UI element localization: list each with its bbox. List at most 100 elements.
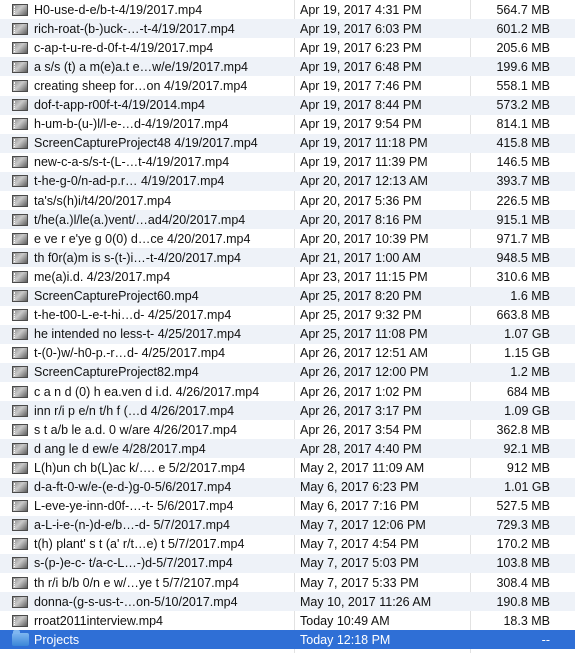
file-size: 146.5 MB xyxy=(496,155,550,170)
file-name: new-c-a-s/s-t-(L-…t-4/19/2017.mp4 xyxy=(34,155,230,170)
file-row[interactable]: e ve r e'ye g 0(0) d…ce 4/20/2017.mp4 Apr… xyxy=(0,229,575,248)
file-name: h-um-b-(u-)l/l-e-…d-4/19/2017.mp4 xyxy=(34,117,229,132)
date-modified: Apr 23, 2017 11:15 PM xyxy=(300,269,428,284)
date-modified: May 7, 2017 5:33 PM xyxy=(300,575,419,590)
file-size: 1.6 MB xyxy=(510,289,550,304)
file-row[interactable]: L-eve-ye-inn-d0f-…-t- 5/6/2017.mp4 May 6,… xyxy=(0,497,575,516)
date-modified: Apr 19, 2017 8:44 PM xyxy=(300,98,422,113)
video-file-icon xyxy=(12,500,28,513)
file-row[interactable]: ScreenCaptureProject60.mp4 Apr 25, 2017 8… xyxy=(0,286,575,306)
file-name: rich-roat-(b-)uck-…-t-4/19/2017.mp4 xyxy=(34,21,235,36)
video-file-icon xyxy=(12,309,28,322)
file-row[interactable]: rroat2011interview.mp4 Today 10:49 AM 18.3… xyxy=(0,611,575,630)
file-name: c-ap-t-u-re-d-0f-t-4/19/2017.mp4 xyxy=(34,40,214,55)
file-size: 1.01 GB xyxy=(504,480,550,495)
video-file-icon xyxy=(12,60,28,73)
video-file-icon xyxy=(12,3,28,16)
file-name: s-(p-)e-c- t/a-c-L…-)d-5/7/2017.mp4 xyxy=(34,556,233,571)
video-file-icon xyxy=(12,175,28,188)
date-modified: May 6, 2017 7:16 PM xyxy=(300,499,419,514)
file-size: -- xyxy=(541,632,550,647)
file-row[interactable]: dof-t-app-r00f-t-4/19/2014.mp4 Apr 19, 20… xyxy=(0,95,575,115)
file-row[interactable]: c-ap-t-u-re-d-0f-t-4/19/2017.mp4 Apr 19, … xyxy=(0,38,575,57)
file-row-selected[interactable]: Projects Today 12:18 PM -- xyxy=(0,630,575,650)
date-modified: Today 10:49 AM xyxy=(300,613,390,628)
file-row[interactable]: inn r/i p e/n t/h f (…d 4/26/2017.mp4 Apr… xyxy=(0,401,575,421)
file-name: L-eve-ye-inn-d0f-…-t- 5/6/2017.mp4 xyxy=(34,499,234,514)
file-size: 663.8 MB xyxy=(496,308,550,323)
date-modified: Apr 20, 2017 5:36 PM xyxy=(300,193,422,208)
file-row[interactable]: th f0r(a)m is s-(t-)i…-t-4/20/2017.mp4 Ap… xyxy=(0,248,575,268)
file-name: c a n d (0) h ea.ven d i.d. 4/26/2017.mp… xyxy=(34,384,260,399)
file-size: 573.2 MB xyxy=(496,98,550,113)
date-modified: May 7, 2017 5:03 PM xyxy=(300,556,419,571)
file-size: 527.5 MB xyxy=(496,499,550,514)
date-modified: Apr 19, 2017 11:39 PM xyxy=(300,155,428,170)
file-name: a s/s (t) a m(e)a.t e…w/e/19/2017.mp4 xyxy=(34,59,248,74)
date-modified: May 6, 2017 6:23 PM xyxy=(300,480,419,495)
file-row[interactable]: new-c-a-s/s-t-(L-…t-4/19/2017.mp4 Apr 19,… xyxy=(0,153,575,172)
file-row[interactable]: d ang le d ew/e 4/28/2017.mp4 Apr 28, 201… xyxy=(0,439,575,459)
date-modified: Today 12:18 PM xyxy=(300,632,391,647)
file-row[interactable]: t/he(a.)l/le(a.)vent/…ad4/20/2017.mp4 Apr… xyxy=(0,210,575,230)
file-row[interactable]: t(h) plant' s t (a' r/t…e) t 5/7/2017.mp… xyxy=(0,535,575,554)
video-file-icon xyxy=(12,270,28,283)
file-size: 915.1 MB xyxy=(496,212,550,227)
file-row[interactable]: t-he-g-0/n-ad-p.r… 4/19/2017.mp4 Apr 20, … xyxy=(0,171,575,191)
file-row[interactable]: rich-roat-(b-)uck-…-t-4/19/2017.mp4 Apr 1… xyxy=(0,19,575,39)
file-size: 729.3 MB xyxy=(496,518,550,533)
file-row[interactable]: ta's/s(h)i/t4/20/2017.mp4 Apr 20, 2017 5:… xyxy=(0,191,575,210)
video-file-icon xyxy=(12,614,28,627)
file-row[interactable]: me(a)i.d. 4/23/2017.mp4 Apr 23, 2017 11:1… xyxy=(0,267,575,286)
file-name: donna-(g-s-us-t-…on-5/10/2017.mp4 xyxy=(34,594,238,609)
file-size: 199.6 MB xyxy=(496,59,550,74)
video-file-icon xyxy=(12,481,28,494)
date-modified: Apr 19, 2017 11:18 PM xyxy=(300,136,428,151)
file-name: rroat2011interview.mp4 xyxy=(34,613,164,628)
file-row[interactable]: t-he-t00-L-e-t-hi…d- 4/25/2017.mp4 Apr 25… xyxy=(0,306,575,325)
video-file-icon xyxy=(12,576,28,589)
file-row[interactable]: H0-use-d-e/b-t-4/19/2017.mp4 Apr 19, 2017… xyxy=(0,0,575,19)
file-row[interactable]: ScreenCaptureProject82.mp4 Apr 26, 2017 1… xyxy=(0,362,575,382)
file-row[interactable]: s t a/b le a.d. 0 w/are 4/26/2017.mp4 Apr… xyxy=(0,420,575,439)
file-name: ta's/s(h)i/t4/20/2017.mp4 xyxy=(34,193,172,208)
file-row[interactable]: he intended no less-t- 4/25/2017.mp4 Apr … xyxy=(0,324,575,344)
date-modified: Apr 20, 2017 8:16 PM xyxy=(300,212,422,227)
file-row[interactable]: s-(p-)e-c- t/a-c-L…-)d-5/7/2017.mp4 May 7… xyxy=(0,553,575,573)
file-row[interactable]: creating sheep for…on 4/19/2017.mp4 Apr 1… xyxy=(0,76,575,95)
file-row[interactable]: a-L-i-e-(n-)d-e/b…-d- 5/7/2017.mp4 May 7,… xyxy=(0,515,575,535)
file-size: 1.15 GB xyxy=(504,346,550,361)
file-name: t-he-t00-L-e-t-hi…d- 4/25/2017.mp4 xyxy=(34,308,232,323)
file-size: 1.09 GB xyxy=(504,403,550,418)
file-size: 362.8 MB xyxy=(496,422,550,437)
file-row[interactable]: d-a-ft-0-w/e-(e-d-)g-0-5/6/2017.mp4 May 6… xyxy=(0,477,575,497)
date-modified: Apr 26, 2017 1:02 PM xyxy=(300,384,422,399)
file-size: 912 MB xyxy=(506,460,550,475)
file-size: 814.1 MB xyxy=(496,117,550,132)
file-row[interactable]: c a n d (0) h ea.ven d i.d. 4/26/2017.mp… xyxy=(0,382,575,401)
file-name: e ve r e'ye g 0(0) d…ce 4/20/2017.mp4 xyxy=(34,231,251,246)
video-file-icon xyxy=(12,156,28,169)
file-name: ScreenCaptureProject48 4/19/2017.mp4 xyxy=(34,136,258,151)
file-row[interactable]: L(h)un ch b(L)ac k/…. e 5/2/2017.mp4 May … xyxy=(0,458,575,477)
file-size: 564.7 MB xyxy=(496,2,550,17)
file-row[interactable]: h-um-b-(u-)l/l-e-…d-4/19/2017.mp4 Apr 19,… xyxy=(0,115,575,134)
file-row[interactable]: a s/s (t) a m(e)a.t e…w/e/19/2017.mp4 Apr… xyxy=(0,57,575,77)
file-name: t/he(a.)l/le(a.)vent/…ad4/20/2017.mp4 xyxy=(34,212,246,227)
file-size: 1.2 MB xyxy=(510,365,550,380)
file-name: inn r/i p e/n t/h f (…d 4/26/2017.mp4 xyxy=(34,403,235,418)
file-name: Projects xyxy=(34,632,80,647)
file-row[interactable]: ScreenCaptureProject48 4/19/2017.mp4 Apr … xyxy=(0,133,575,153)
date-modified: Apr 25, 2017 11:08 PM xyxy=(300,327,428,342)
file-list[interactable]: H0-use-d-e/b-t-4/19/2017.mp4 Apr 19, 2017… xyxy=(0,0,575,653)
file-row[interactable]: donna-(g-s-us-t-…on-5/10/2017.mp4 May 10,… xyxy=(0,592,575,612)
date-modified: Apr 26, 2017 3:17 PM xyxy=(300,403,422,418)
file-size: 684 MB xyxy=(506,384,550,399)
video-file-icon xyxy=(12,213,28,226)
date-modified: Apr 20, 2017 12:13 AM xyxy=(300,174,428,189)
video-file-icon xyxy=(12,557,28,570)
folder-icon xyxy=(12,630,29,647)
file-size: 18.3 MB xyxy=(503,613,550,628)
file-row[interactable]: th r/i b/b 0/n e w/…ye t 5/7/2107.mp4 May… xyxy=(0,573,575,592)
file-row[interactable]: t-(0-)w/-h0-p.-r…d- 4/25/2017.mp4 Apr 26,… xyxy=(0,344,575,363)
